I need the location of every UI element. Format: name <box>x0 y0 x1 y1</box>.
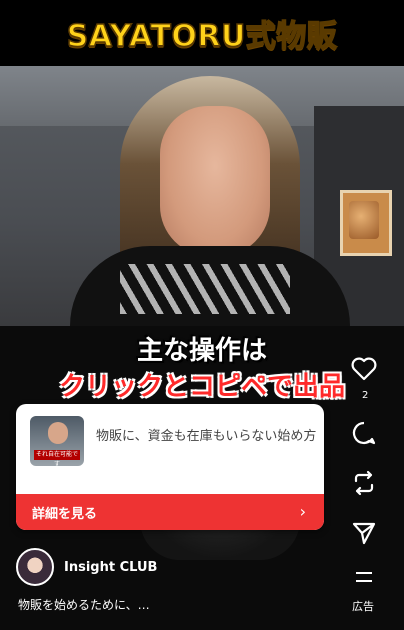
send-icon <box>352 522 376 545</box>
wall-picture <box>340 190 392 256</box>
comment-button[interactable] <box>347 416 381 450</box>
reel-frame: SAYATORU式物販 主な操作は クリックとコピペで出品 それ自在可能です 物… <box>0 0 404 630</box>
account-name[interactable]: Insight CLUB <box>64 560 157 575</box>
like-count: 2 <box>362 390 369 401</box>
more-button[interactable] <box>347 560 381 594</box>
heart-icon <box>351 357 377 381</box>
caption-line-2: クリックとコピペで出品 <box>58 372 345 402</box>
repost-button[interactable] <box>347 466 381 500</box>
thumbnail-text: それ自在可能です <box>34 450 80 466</box>
top-banner: SAYATORU式物販 <box>0 0 404 66</box>
shirt-print <box>120 264 290 314</box>
account-row[interactable]: Insight CLUB <box>16 548 157 586</box>
video-scene[interactable] <box>0 66 404 326</box>
avatar[interactable] <box>16 548 54 586</box>
thumbnail-face <box>48 422 68 444</box>
banner-title: SAYATORU式物販 <box>66 18 338 55</box>
caption-line-1: 主な操作は <box>136 336 267 366</box>
ad-body-text[interactable]: 物販を始めるために、… <box>18 596 150 613</box>
ad-card[interactable]: それ自在可能です 物販に、資金も在庫もいらない始め方 詳細を見る › <box>16 404 324 530</box>
presenter-face <box>160 106 270 256</box>
learn-more-button[interactable]: 詳細を見る › <box>16 494 324 530</box>
chevron-right-icon: › <box>299 502 306 521</box>
share-button[interactable] <box>347 516 381 550</box>
menu-icon <box>356 572 372 582</box>
comment-icon <box>352 421 376 445</box>
learn-more-label: 詳細を見る <box>32 506 98 522</box>
repost-icon <box>354 470 374 496</box>
like-button[interactable] <box>347 352 381 386</box>
ad-label: 広告 <box>352 600 374 613</box>
ad-thumbnail[interactable]: それ自在可能です <box>30 416 84 466</box>
ad-description[interactable]: 物販に、資金も在庫もいらない始め方 <box>96 426 318 448</box>
